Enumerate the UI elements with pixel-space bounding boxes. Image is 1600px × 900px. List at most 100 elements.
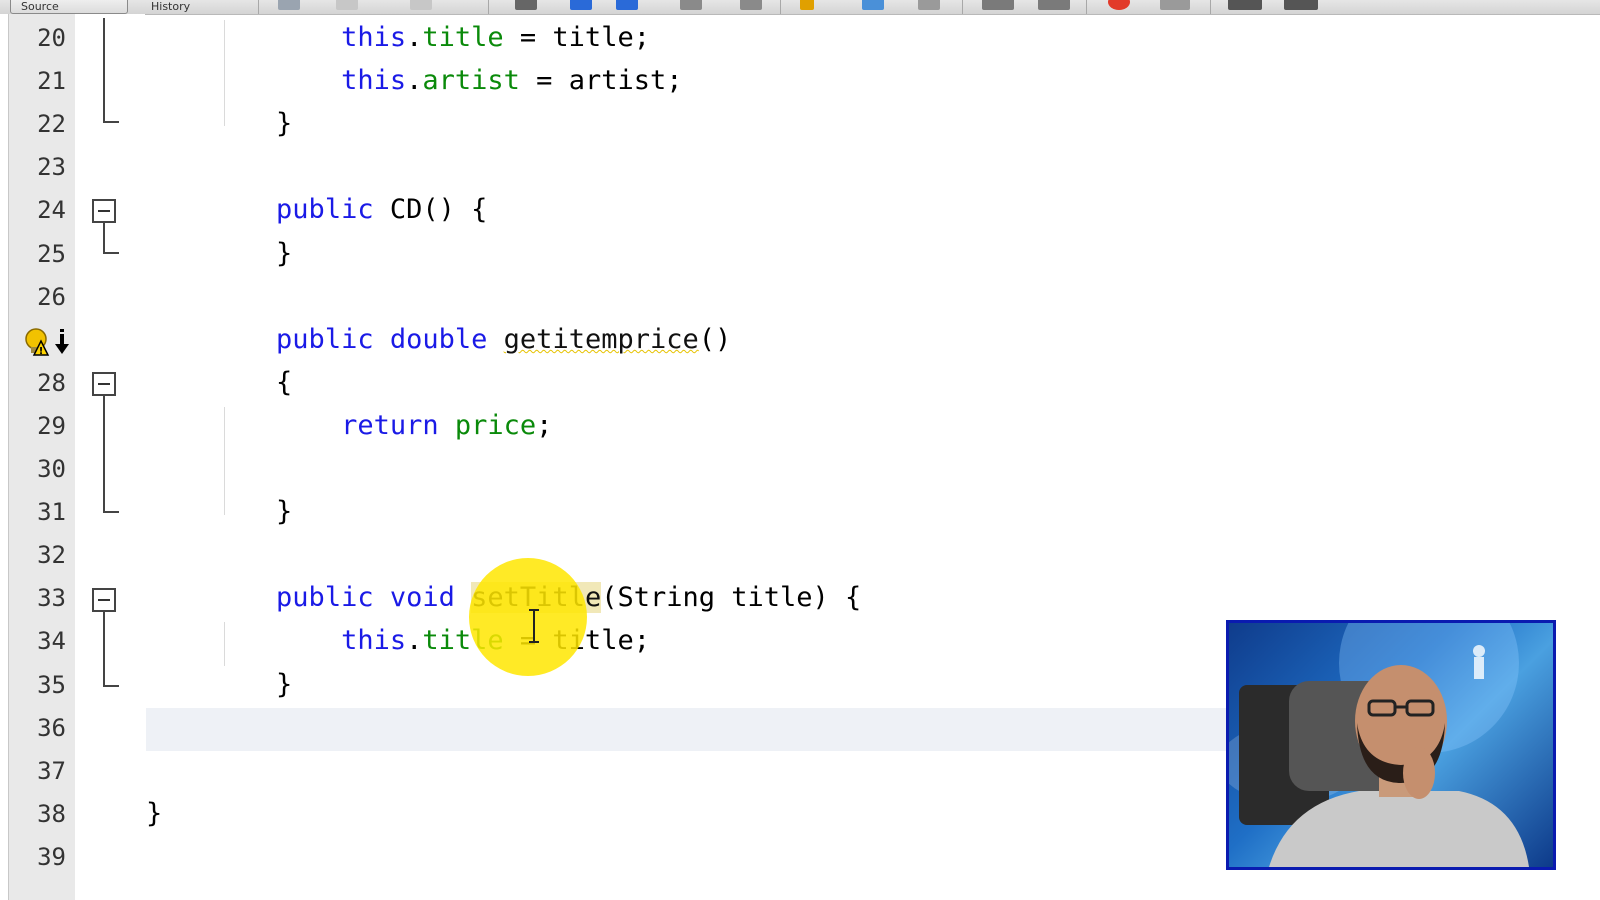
code-token: . [406, 625, 423, 656]
toolbar-separator [962, 0, 963, 14]
keyword-token: void [389, 582, 455, 613]
start-macro-icon[interactable] [1108, 0, 1130, 10]
line-number: 34 [37, 627, 66, 655]
code-token: (String title) { [601, 582, 862, 613]
field-token: title [422, 22, 504, 53]
code-token: } [146, 669, 293, 700]
editor-toolbar: Source History [0, 0, 1600, 15]
shift-line-right-icon[interactable] [1038, 0, 1070, 10]
stop-macro-icon[interactable] [1160, 0, 1190, 10]
line-number: 29 [37, 412, 66, 440]
previous-occurrence-icon[interactable] [570, 0, 592, 10]
search-icon[interactable] [515, 0, 537, 10]
line-number: 21 [37, 67, 66, 95]
code-line[interactable]: this.artist = artist; [146, 59, 682, 102]
fold-guide-line [103, 223, 105, 253]
toolbar-separator [1086, 0, 1087, 14]
line-number: 38 [37, 800, 66, 828]
code-token: ; [536, 410, 553, 441]
next-bookmark-icon[interactable] [862, 0, 884, 10]
code-token: } [146, 798, 163, 829]
current-line-highlight [146, 708, 1226, 751]
back-icon[interactable] [336, 0, 358, 10]
keyword-token: this [341, 22, 407, 53]
fold-column [75, 14, 145, 900]
toggle-rectangular-selection-icon[interactable] [740, 0, 762, 10]
keyword-token: this [341, 65, 407, 96]
webcam-overlay [1226, 620, 1556, 870]
toolbar-separator [258, 0, 259, 14]
toggle-highlight-icon[interactable] [680, 0, 702, 10]
fold-toggle-getitemprice[interactable] [92, 372, 116, 396]
code-token: . [406, 22, 423, 53]
history-tab[interactable]: History [140, 0, 232, 14]
code-line[interactable]: { [146, 361, 292, 404]
lightbulb-warning-icon[interactable]: ! [22, 327, 70, 357]
code-token: = title; [503, 22, 650, 53]
code-line[interactable]: } [146, 232, 292, 275]
code-line[interactable]: return price; [146, 404, 552, 447]
fold-guide-line [103, 396, 105, 512]
fold-guide-line [103, 18, 105, 122]
source-tab[interactable]: Source [10, 0, 128, 14]
line-number: 39 [37, 843, 66, 871]
fold-toggle-constructor[interactable] [92, 199, 116, 223]
fold-end-marker [103, 685, 119, 687]
code-token: } [146, 108, 293, 139]
comment-icon[interactable] [1228, 0, 1262, 10]
line-number: 23 [37, 153, 66, 181]
fold-end-marker [103, 121, 119, 123]
line-number: 30 [37, 455, 66, 483]
line-number: 24 [37, 196, 66, 224]
keyword-token: public [276, 194, 374, 225]
code-line[interactable]: } [146, 490, 292, 533]
code-token: } [146, 238, 293, 269]
editor-left-edge [0, 14, 8, 900]
toolbar-separator [488, 0, 489, 14]
fold-end-marker [103, 511, 119, 513]
keyword-token: this [341, 625, 407, 656]
code-line[interactable]: public double getitemprice() [146, 318, 731, 361]
code-line[interactable]: public CD() { [146, 188, 487, 231]
code-token: { [146, 367, 293, 398]
field-token: price [454, 410, 537, 441]
keyword-token: public [276, 324, 374, 355]
line-number: 22 [37, 110, 66, 138]
line-number: 36 [37, 714, 66, 742]
keyword-token: return [341, 410, 439, 441]
last-edit-icon[interactable] [278, 0, 300, 10]
keyword-token: public [276, 582, 374, 613]
line-number: 26 [37, 283, 66, 311]
line-number: 33 [37, 584, 66, 612]
code-line[interactable]: this.title = title; [146, 16, 650, 59]
toolbar-separator [780, 0, 781, 14]
method-name-token: getitemprice [503, 324, 699, 355]
code-line[interactable]: } [146, 792, 162, 835]
previous-bookmark-icon[interactable] [800, 0, 814, 10]
line-number: 28 [37, 369, 66, 397]
line-number: 20 [37, 24, 66, 52]
presenter-video-icon [1229, 623, 1529, 867]
forward-icon[interactable] [410, 0, 432, 10]
text-cursor-icon [529, 609, 539, 643]
code-line[interactable]: } [146, 102, 292, 145]
shift-line-left-icon[interactable] [982, 0, 1014, 10]
code-token: . [406, 65, 423, 96]
code-line[interactable]: } [146, 663, 292, 706]
toggle-bookmark-icon[interactable] [918, 0, 940, 10]
toolbar-separator [1210, 0, 1211, 14]
line-number: 35 [37, 671, 66, 699]
fold-toggle-settitle[interactable] [92, 588, 116, 612]
line-number: 31 [37, 498, 66, 526]
next-occurrence-icon[interactable] [616, 0, 638, 10]
uncomment-icon[interactable] [1284, 0, 1318, 10]
